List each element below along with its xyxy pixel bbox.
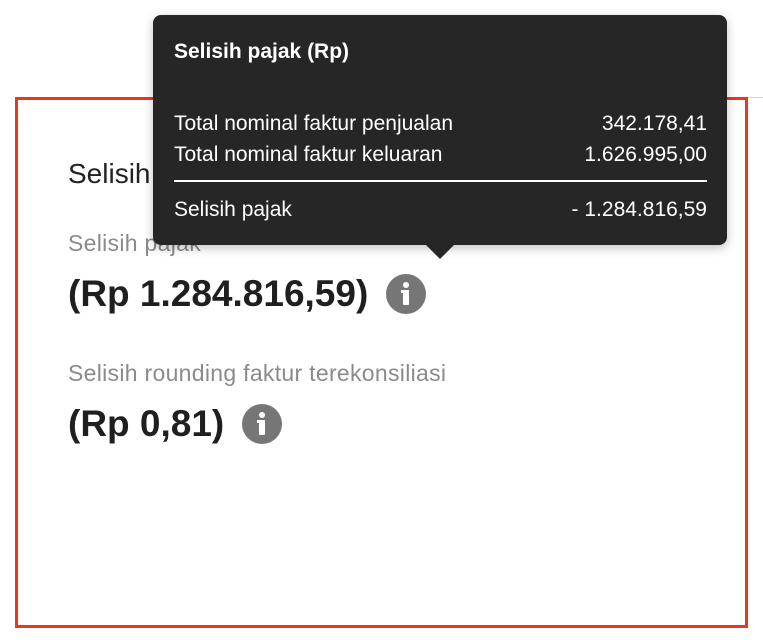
tax-difference-value: (Rp 1.284.816,59) xyxy=(68,273,369,314)
rounding-difference-value-row: (Rp 0,81) xyxy=(68,403,283,445)
tooltip-row-value: 1.626.995,00 xyxy=(584,143,707,166)
tax-difference-tooltip: Selisih pajak (Rp) Total nominal faktur … xyxy=(153,15,727,259)
top-divider xyxy=(746,97,763,98)
info-icon[interactable] xyxy=(242,404,283,444)
info-icon[interactable] xyxy=(386,274,427,314)
tooltip-arrow xyxy=(426,245,454,259)
card-title: Selisih xyxy=(68,158,151,189)
tooltip-total-label: Selisih pajak xyxy=(174,198,292,221)
rounding-difference-label: Selisih rounding faktur terekonsiliasi xyxy=(68,360,447,386)
tax-difference-value-row: (Rp 1.284.816,59) xyxy=(68,273,427,315)
tooltip-divider xyxy=(174,180,707,182)
tooltip-title: Selisih pajak (Rp) xyxy=(174,40,350,63)
tooltip-row: Total nominal faktur keluaran 1.626.995,… xyxy=(174,143,707,167)
tooltip-row: Total nominal faktur penjualan 342.178,4… xyxy=(174,112,707,136)
tooltip-row-label: Total nominal faktur keluaran xyxy=(174,143,443,166)
rounding-difference-value: (Rp 0,81) xyxy=(68,403,225,444)
tooltip-row-label: Total nominal faktur penjualan xyxy=(174,112,454,135)
tooltip-total-row: Selisih pajak - 1.284.816,59 xyxy=(174,198,707,222)
tooltip-row-value: 342.178,41 xyxy=(601,112,707,135)
tooltip-total-value: - 1.284.816,59 xyxy=(571,198,707,221)
